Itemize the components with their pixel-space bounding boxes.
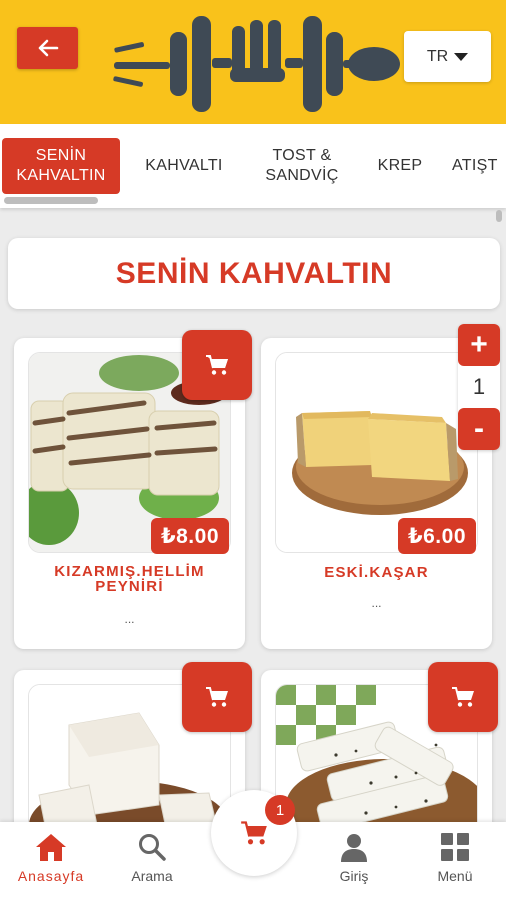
- tab-label: TOST & SANDVİÇ: [265, 147, 339, 184]
- add-to-cart-button[interactable]: [182, 662, 252, 732]
- logo: [113, 16, 400, 112]
- grid-icon: [441, 833, 469, 861]
- add-to-cart-button[interactable]: [428, 662, 498, 732]
- search-icon: [139, 834, 166, 861]
- tab-krep[interactable]: KREP: [364, 138, 436, 194]
- language-label: TR: [426, 47, 449, 65]
- nav-menu-label: Menü: [437, 868, 473, 884]
- caret-down-icon: [454, 52, 469, 61]
- tabs-scrollbar[interactable]: [4, 197, 98, 204]
- product-name: KIZARMIŞ.HELLİM PEYNİRİ: [54, 563, 205, 595]
- decrement-button[interactable]: -: [458, 408, 500, 450]
- product-description: ...: [124, 612, 135, 626]
- cart-icon: [206, 355, 228, 375]
- tab-label: ATIŞT: [452, 157, 498, 174]
- language-selector[interactable]: TR: [404, 31, 491, 82]
- quantity-value: 1: [472, 374, 486, 399]
- arrow-left-icon: [38, 39, 58, 57]
- tab-label: KAHVALTI: [145, 157, 223, 174]
- section-title: SENİN KAHVALTIN: [115, 256, 393, 290]
- category-tabs: SENİN KAHVALTIN KAHVALTI TOST & SANDVİÇ …: [0, 124, 506, 208]
- tab-tost-sandvic[interactable]: TOST & SANDVİÇ: [250, 138, 354, 194]
- tab-kahvalti[interactable]: KAHVALTI: [132, 138, 236, 194]
- back-button[interactable]: [17, 27, 78, 69]
- tab-label: SENİN KAHVALTIN: [16, 147, 106, 184]
- nav-search[interactable]: Arama: [107, 832, 197, 884]
- nav-login-label: Giriş: [339, 868, 369, 884]
- cart-icon: [452, 687, 474, 707]
- product-card[interactable]: ₺8.00 KIZARMIŞ.HELLİM PEYNİRİ ...: [14, 330, 252, 649]
- tab-label: KREP: [377, 157, 423, 174]
- app-header: TR: [0, 0, 506, 124]
- quantity-stepper[interactable]: + 1 -: [458, 324, 500, 450]
- nav-menu[interactable]: Menü: [410, 832, 500, 884]
- nav-home-label: Anasayfa: [17, 868, 85, 884]
- tab-senin-kahvaltin[interactable]: SENİN KAHVALTIN: [2, 138, 120, 194]
- cart-count-badge: 1: [265, 795, 295, 825]
- user-icon: [341, 834, 367, 862]
- page-scrollbar[interactable]: [496, 210, 502, 222]
- add-to-cart-button[interactable]: [182, 330, 252, 400]
- nav-search-label: Arama: [131, 868, 173, 884]
- product-name: ESKİ.KAŞAR: [324, 564, 429, 581]
- tab-atistirmalik[interactable]: ATIŞT: [452, 138, 506, 194]
- cart-icon: [206, 687, 228, 707]
- price-tag: ₺6.00: [398, 518, 476, 554]
- product-description: ...: [371, 596, 382, 610]
- price-tag: ₺8.00: [151, 518, 229, 554]
- section-header: SENİN KAHVALTIN: [8, 238, 500, 309]
- increment-button[interactable]: +: [458, 324, 500, 366]
- nav-login[interactable]: Giriş: [309, 832, 399, 884]
- nav-home[interactable]: Anasayfa: [6, 832, 96, 884]
- cart-icon: [241, 821, 267, 845]
- home-icon: [36, 834, 66, 861]
